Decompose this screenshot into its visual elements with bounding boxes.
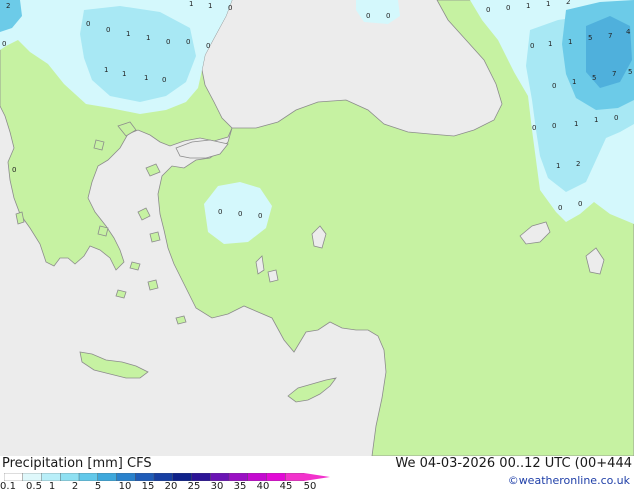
scale-tick-label: 2: [71, 481, 79, 492]
precip-label: 1: [572, 78, 576, 86]
precipitation-map: 2 0 1 1 0 0 1 1 0 0 0 1 1 1 0 0 0 0 0 0 …: [0, 0, 634, 456]
precip-label: 7: [608, 32, 612, 40]
precip-label: 0: [530, 42, 534, 50]
precip-label: 1: [208, 2, 212, 10]
precip-label: 0: [552, 82, 556, 90]
precip-label: 0: [506, 4, 510, 12]
scale-swatch: [247, 473, 267, 481]
precip-label: 0: [238, 210, 242, 218]
scale-swatch: [191, 473, 211, 481]
precip-label: 7: [612, 70, 616, 78]
scale-swatch: [285, 473, 305, 481]
scale-tick-label: 35: [233, 481, 247, 492]
scale-tick-label: 25: [187, 481, 201, 492]
precip-label: 0: [386, 12, 390, 20]
scale-tick-label: 1: [48, 481, 56, 492]
map-title: Precipitation [mm] CFS: [2, 456, 152, 471]
precip-label: 1: [594, 116, 598, 124]
precip-label: 0: [218, 208, 222, 216]
scale-swatch: [135, 473, 155, 481]
scale-tick-label: 20: [164, 481, 178, 492]
precip-label: 2: [6, 2, 10, 10]
precip-label: 0: [532, 124, 536, 132]
scale-swatch: [4, 473, 24, 481]
scale-swatch: [41, 473, 61, 481]
precip-label: 0: [106, 26, 110, 34]
scale-tick-label: 50: [303, 481, 317, 492]
legend-footer: Precipitation [mm] CFS We 04-03-2026 00.…: [0, 456, 634, 492]
precip-label: 0: [614, 114, 618, 122]
precip-label: 1: [144, 74, 148, 82]
precip-label: 0: [162, 76, 166, 84]
precip-label: 1: [122, 70, 126, 78]
scale-swatch: [60, 473, 80, 481]
scale-tick-label: 15: [141, 481, 155, 492]
precip-label: 1: [189, 0, 193, 8]
scale-swatch: [153, 473, 174, 481]
precip-label: 1: [526, 2, 530, 10]
precip-label: 0: [228, 4, 232, 12]
precip-label: 2: [566, 0, 570, 6]
precip-label: 5: [628, 68, 632, 76]
color-scale-bar: [4, 473, 330, 481]
scale-swatch: [78, 473, 99, 481]
precip-label: 1: [126, 30, 130, 38]
precip-label: 1: [556, 162, 560, 170]
precip-label: 1: [574, 120, 578, 128]
scale-swatch: [97, 473, 117, 481]
precip-label: 0: [206, 42, 210, 50]
precip-label: 0: [258, 212, 262, 220]
precip-label: 5: [588, 34, 592, 42]
scale-swatch: [228, 473, 249, 481]
precip-label: 1: [548, 40, 552, 48]
scale-swatch: [116, 473, 136, 481]
precip-label: 0: [558, 204, 562, 212]
precip-label: 0: [486, 6, 490, 14]
scale-tick-label: 10: [118, 481, 132, 492]
scale-tick-label: 45: [279, 481, 293, 492]
precip-label: 1: [568, 38, 572, 46]
precip-label: 0: [552, 122, 556, 130]
precip-label: 0: [2, 40, 6, 48]
scale-swatch: [210, 473, 230, 481]
scale-swatch: [266, 473, 286, 481]
precip-label: 0: [186, 38, 190, 46]
precip-label: 5: [592, 74, 596, 82]
scale-tick-label: 0.1: [0, 481, 16, 492]
precip-label: 1: [104, 66, 108, 74]
precip-label: 0: [578, 200, 582, 208]
valid-time: We 04-03-2026 00..12 UTC (00+444: [395, 456, 632, 471]
precip-label: 0: [86, 20, 90, 28]
precip-label: 4: [626, 28, 631, 36]
precip-label: 0: [12, 166, 16, 174]
precip-label: 0: [166, 38, 170, 46]
scale-tick-label: 40: [256, 481, 270, 492]
scale-tick-label: 0.5: [26, 481, 42, 492]
scale-swatch: [172, 473, 192, 481]
scale-overflow-arrow: [304, 473, 330, 481]
credit-link[interactable]: ©weatheronline.co.uk: [508, 474, 630, 487]
scale-tick-label: 5: [94, 481, 102, 492]
precip-label: 0: [366, 12, 370, 20]
scale-tick-label: 30: [210, 481, 224, 492]
precip-label: 2: [576, 160, 580, 168]
scale-swatch: [22, 473, 42, 481]
precip-label: 1: [546, 0, 550, 8]
precip-label: 1: [146, 34, 150, 42]
